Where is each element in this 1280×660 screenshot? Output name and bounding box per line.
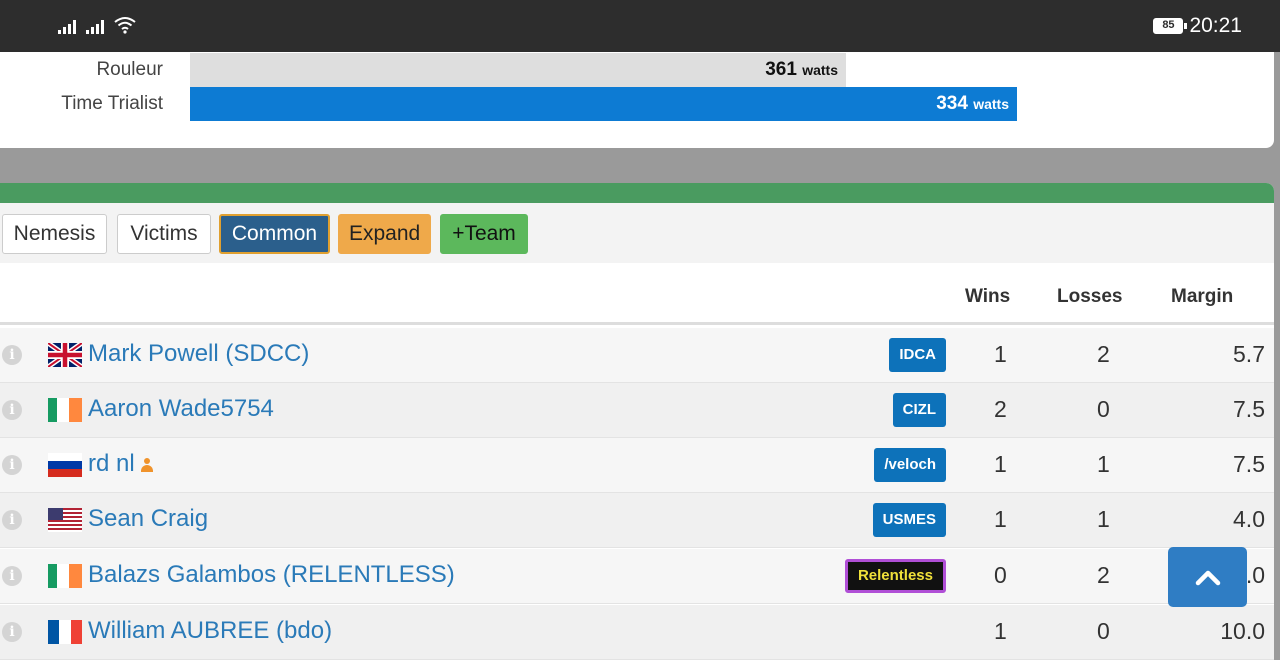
losses-value: 2	[1097, 341, 1110, 367]
rider-name-link[interactable]: Balazs Galambos (RELENTLESS)	[88, 561, 455, 589]
margin-value: 5.7	[1233, 341, 1265, 367]
table-row: i Sean Craig USMES 1 1 4.0	[0, 493, 1274, 548]
wins-value: 1	[994, 451, 1007, 477]
wins-value: 1	[994, 341, 1007, 367]
rider-name-link[interactable]: Aaron Wade5754	[88, 395, 274, 423]
power-row-time-trialist: Time Trialist 334 watts	[0, 87, 1274, 121]
gb-flag-icon	[48, 343, 82, 367]
power-profile-card: Rouleur 361 watts Time Trialist 334 watt…	[0, 52, 1274, 148]
fr-flag-icon	[48, 620, 82, 644]
team-badge[interactable]: Relentless	[844, 559, 946, 593]
margin-value: 10.0	[1220, 618, 1265, 644]
status-icons-left	[58, 16, 136, 34]
wins-value: 0	[994, 562, 1007, 588]
losses-value: 0	[1097, 618, 1110, 644]
nemesis-button[interactable]: Nemesis	[2, 214, 107, 254]
margin-value: 7.5	[1233, 451, 1265, 477]
power-value: 361	[765, 59, 797, 80]
wifi-icon	[114, 17, 136, 34]
rider-name-link[interactable]: rd nl	[88, 450, 153, 478]
margin-value: 7.5	[1233, 396, 1265, 422]
wins-header[interactable]: Wins	[965, 286, 1010, 308]
info-icon[interactable]: i	[2, 510, 22, 530]
info-icon[interactable]: i	[2, 400, 22, 420]
ie-flag-icon	[48, 398, 82, 422]
signal-icon	[58, 18, 76, 34]
wins-value: 1	[994, 618, 1007, 644]
team-badge[interactable]: CIZL	[892, 393, 946, 427]
info-icon[interactable]: i	[2, 455, 22, 475]
info-icon[interactable]: i	[2, 622, 22, 642]
rider-name-link[interactable]: Mark Powell (SDCC)	[88, 340, 309, 368]
losses-value: 1	[1097, 506, 1110, 532]
clock: 20:21	[1189, 14, 1242, 37]
margin-header[interactable]: Margin	[1171, 286, 1233, 308]
team-badge[interactable]: /veloch	[874, 448, 946, 482]
chevron-up-icon	[1195, 570, 1221, 586]
info-icon[interactable]: i	[2, 345, 22, 365]
table-row: i rd nl /veloch 1 1 7.5	[0, 438, 1274, 493]
team-badge[interactable]: USMES	[872, 503, 946, 537]
power-value: 334	[936, 93, 968, 114]
wins-value: 2	[994, 396, 1007, 422]
status-icons-right: 85 20:21	[1153, 14, 1242, 38]
power-bar: 334 watts	[190, 87, 1017, 121]
ru-flag-icon	[48, 453, 82, 477]
losses-value: 2	[1097, 562, 1110, 588]
power-row-rouleur: Rouleur 361 watts	[0, 53, 1274, 87]
common-button[interactable]: Common	[219, 214, 330, 254]
filter-toolbar: Nemesis Victims Common Expand +Team	[0, 203, 1274, 263]
rider-name-text: rd nl	[88, 450, 135, 477]
power-row-label: Rouleur	[96, 59, 163, 80]
team-badge[interactable]: IDCA	[889, 338, 946, 372]
table-row: i William AUBREE (bdo) 1 0 10.0	[0, 605, 1274, 660]
margin-value: .0	[1245, 562, 1265, 588]
info-icon[interactable]: i	[2, 566, 22, 586]
margin-value: 4.0	[1233, 506, 1265, 532]
ie-flag-icon	[48, 564, 82, 588]
power-unit: watts	[802, 62, 838, 78]
victims-button[interactable]: Victims	[117, 214, 211, 254]
us-flag-icon	[48, 508, 82, 532]
expand-button[interactable]: Expand	[338, 214, 431, 254]
rider-name-link[interactable]: William AUBREE (bdo)	[88, 617, 332, 645]
rivals-panel: Nemesis Victims Common Expand +Team Wins…	[0, 183, 1274, 660]
power-bar: 361 watts	[190, 53, 846, 87]
add-team-button[interactable]: +Team	[440, 214, 528, 254]
rider-name-link[interactable]: Sean Craig	[88, 505, 208, 533]
table-header: Wins Losses Margin	[0, 263, 1274, 325]
signal-icon	[86, 18, 104, 34]
person-icon	[140, 457, 153, 472]
table-row: i Balazs Galambos (RELENTLESS) Relentles…	[0, 549, 1274, 604]
power-unit: watts	[973, 96, 1009, 112]
wins-value: 1	[994, 506, 1007, 532]
scroll-to-top-button[interactable]	[1168, 547, 1247, 607]
battery-icon: 85	[1153, 18, 1188, 34]
table-row: i Aaron Wade5754 CIZL 2 0 7.5	[0, 383, 1274, 438]
panel-header-strip	[0, 183, 1274, 203]
status-bar: 85 20:21	[0, 0, 1280, 52]
table-row: i Mark Powell (SDCC) IDCA 1 2 5.7	[0, 328, 1274, 383]
power-row-label: Time Trialist	[61, 93, 163, 114]
losses-value: 1	[1097, 451, 1110, 477]
losses-value: 0	[1097, 396, 1110, 422]
losses-header[interactable]: Losses	[1057, 286, 1122, 308]
